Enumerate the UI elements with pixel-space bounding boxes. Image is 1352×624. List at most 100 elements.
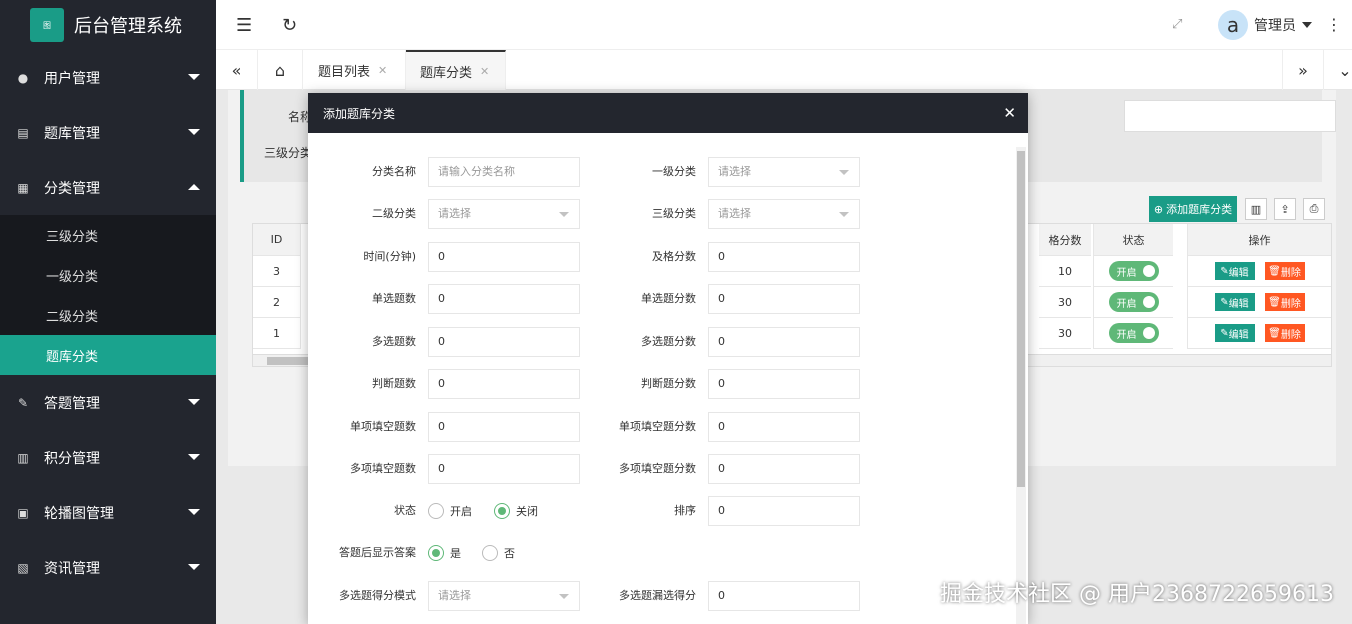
cell-status: 开启	[1093, 287, 1173, 318]
single-score-input[interactable]: 0	[708, 284, 860, 314]
fullscreen-icon[interactable]: ⤢	[1172, 17, 1182, 32]
level3-select[interactable]: 请选择	[708, 199, 860, 229]
label-multi-mode: 多选题得分模式	[339, 589, 416, 602]
cell-ops: ✎ 编辑 🗑 删除	[1187, 287, 1331, 318]
menu-carousel[interactable]: ▣ 轮播图管理	[0, 485, 216, 540]
print-icon[interactable]: ⎙	[1303, 198, 1325, 220]
tabs-next-icon[interactable]: »	[1282, 50, 1324, 90]
menu-toggle-icon[interactable]: ☰	[236, 15, 252, 36]
add-category-dialog: 添加题库分类 ✕ 分类名称 请输入分类名称 一级分类 请选择 二级分类 请选择 …	[308, 93, 1028, 624]
col-header-status: 状态	[1093, 224, 1173, 256]
submenu-level3[interactable]: 三级分类	[0, 215, 216, 255]
multi-score-input[interactable]: 0	[708, 327, 860, 357]
multi-fill-count-input[interactable]: 0	[428, 454, 580, 484]
label-pass-score: 及格分数	[652, 250, 696, 263]
single-count-input[interactable]: 0	[428, 284, 580, 314]
label-time: 时间(分钟)	[363, 250, 416, 263]
status-radio-off[interactable]: 关闭	[494, 496, 538, 526]
level1-select[interactable]: 请选择	[708, 157, 860, 187]
radio-label: 开启	[450, 505, 472, 518]
delete-button[interactable]: 🗑 删除	[1264, 293, 1305, 311]
label-multi-count: 多选题数	[372, 335, 416, 348]
toggle-knob	[1142, 296, 1155, 308]
tabs-prev-icon[interactable]: «	[216, 50, 258, 90]
avatar: a	[1218, 10, 1248, 40]
submenu-level2[interactable]: 二级分类	[0, 295, 216, 335]
news-icon: ▧	[17, 560, 29, 575]
chevron-down-icon	[188, 74, 200, 80]
delete-button[interactable]: 🗑 删除	[1264, 262, 1305, 280]
chevron-down-icon	[188, 454, 200, 460]
radio-circle-checked	[428, 545, 444, 561]
search-select[interactable]	[1124, 100, 1336, 132]
chevron-up-icon	[188, 184, 200, 190]
level2-select[interactable]: 请选择	[428, 199, 580, 229]
radio-circle	[482, 545, 498, 561]
tab-question-list[interactable]: 题目列表 ✕	[304, 50, 406, 90]
multi-miss-input[interactable]: 0	[708, 581, 860, 611]
columns-icon[interactable]: ▥	[1245, 198, 1267, 220]
menu-label: 资讯管理	[44, 560, 100, 577]
close-icon[interactable]: ✕	[378, 64, 387, 77]
single-fill-count-input[interactable]: 0	[428, 412, 580, 442]
category-name-input[interactable]: 请输入分类名称	[428, 157, 580, 187]
show-answer-radio-yes[interactable]: 是	[428, 538, 461, 568]
edit-button[interactable]: ✎ 编辑	[1214, 262, 1255, 280]
menu-answers[interactable]: ✎ 答题管理	[0, 375, 216, 430]
tabs-dropdown-icon[interactable]: ⌄	[1324, 50, 1352, 90]
single-fill-score-input[interactable]: 0	[708, 412, 860, 442]
cell-status: 开启	[1093, 318, 1173, 349]
judge-count-input[interactable]: 0	[428, 369, 580, 399]
cell-ops: ✎ 编辑 🗑 删除	[1187, 318, 1331, 349]
menu-users[interactable]: ● 用户管理	[0, 50, 216, 105]
cell-id: 1	[253, 318, 301, 349]
cell-status: 开启	[1093, 256, 1173, 287]
refresh-icon[interactable]: ↻	[282, 15, 297, 36]
status-radio-on[interactable]: 开启	[428, 496, 472, 526]
submenu: 三级分类 一级分类 二级分类 题库分类	[0, 215, 216, 375]
scroll-thumb[interactable]	[1017, 151, 1025, 487]
close-icon[interactable]: ✕	[480, 65, 489, 78]
export-icon[interactable]: ⇪	[1274, 198, 1296, 220]
radio-label: 是	[450, 547, 461, 560]
sort-input[interactable]: 0	[708, 496, 860, 526]
edit-label: 编辑	[1228, 329, 1249, 341]
label-multi-score: 多选题分数	[641, 335, 696, 348]
tab-bank-category[interactable]: 题库分类 ✕	[406, 50, 506, 90]
menu-news[interactable]: ▧ 资讯管理	[0, 540, 216, 595]
show-answer-radio-no[interactable]: 否	[482, 538, 515, 568]
menu-category[interactable]: ▦ 分类管理	[0, 160, 216, 215]
submenu-bank-category[interactable]: 题库分类	[0, 335, 216, 375]
submenu-level1[interactable]: 一级分类	[0, 255, 216, 295]
pass-score-input[interactable]: 0	[708, 242, 860, 272]
plus-icon: ⊕	[1153, 202, 1164, 216]
menu-bank[interactable]: ▤ 题库管理	[0, 105, 216, 160]
add-category-button[interactable]: ⊕ 添加题库分类	[1149, 196, 1237, 222]
user-menu[interactable]: a 管理员	[1218, 10, 1312, 40]
edit-button[interactable]: ✎ 编辑	[1214, 293, 1255, 311]
edit-button[interactable]: ✎ 编辑	[1214, 324, 1255, 342]
menu-label: 轮播图管理	[44, 505, 114, 522]
close-icon[interactable]: ✕	[1003, 104, 1016, 122]
dialog-scrollbar[interactable]	[1016, 147, 1026, 624]
status-toggle[interactable]: 开启	[1108, 261, 1159, 281]
multi-fill-score-input[interactable]: 0	[708, 454, 860, 484]
time-input[interactable]: 0	[428, 242, 580, 272]
radio-circle-checked	[494, 503, 510, 519]
judge-score-input[interactable]: 0	[708, 369, 860, 399]
more-vertical-icon[interactable]: ⋮	[1326, 15, 1342, 34]
delete-button[interactable]: 🗑 删除	[1264, 324, 1305, 342]
status-toggle[interactable]: 开启	[1108, 292, 1159, 312]
label-multi-miss: 多选题漏选得分	[619, 589, 696, 602]
multi-count-input[interactable]: 0	[428, 327, 580, 357]
logo: 图 后台管理系统	[0, 0, 216, 50]
cell-ops: ✎ 编辑 🗑 删除	[1187, 256, 1331, 287]
app-title: 后台管理系统	[74, 16, 182, 37]
radio-label: 否	[504, 547, 515, 560]
home-tab-icon[interactable]: ⌂	[258, 50, 303, 90]
logo-icon: 图	[30, 8, 64, 42]
menu-points[interactable]: ▥ 积分管理	[0, 430, 216, 485]
cell-pass: 30	[1039, 318, 1091, 349]
status-toggle[interactable]: 开启	[1108, 323, 1159, 343]
multi-mode-select[interactable]: 请选择	[428, 581, 580, 611]
